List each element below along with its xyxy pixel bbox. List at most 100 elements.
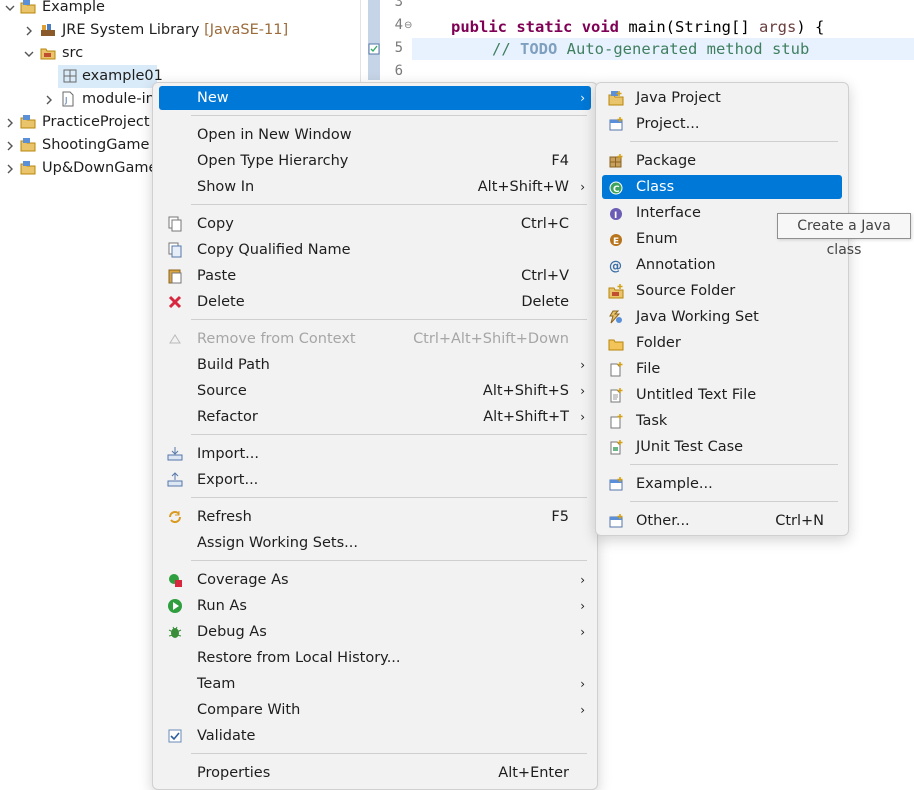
new-source-folder-icon xyxy=(608,283,624,299)
tree-item-label: Example xyxy=(42,0,105,15)
coverage-icon xyxy=(167,572,183,588)
run-icon xyxy=(167,598,183,614)
new-class-icon: C xyxy=(608,179,624,195)
menu-item-debug-as[interactable]: Debug As › xyxy=(159,620,591,644)
refresh-icon xyxy=(167,509,183,525)
submenu-item-example[interactable]: Example... xyxy=(602,472,842,496)
submenu-item-folder[interactable]: Folder xyxy=(602,331,842,355)
svg-text:I: I xyxy=(614,211,617,221)
menu-item-compare-with[interactable]: Compare With › xyxy=(159,698,591,722)
menu-item-open-in-new-window[interactable]: Open in New Window xyxy=(159,123,591,147)
chevron-right-icon[interactable] xyxy=(4,140,16,152)
tree-item-label: src xyxy=(62,45,84,61)
menu-separator xyxy=(191,434,587,435)
menu-item-team[interactable]: Team › xyxy=(159,672,591,696)
tree-item-label: PracticeProject xyxy=(42,114,150,130)
project-folder-icon xyxy=(20,114,36,130)
editor-ruler xyxy=(368,0,380,80)
submenu-item-task[interactable]: Task xyxy=(602,409,842,433)
tooltip: Create a Java class xyxy=(777,213,911,258)
menu-item-remove-from-context: Remove from Context Ctrl+Alt+Shift+Down xyxy=(159,327,591,351)
source-folder-icon xyxy=(40,45,56,61)
new-submenu: Java Project Project... Package C Class … xyxy=(595,82,849,536)
menu-separator xyxy=(191,204,587,205)
debug-bug-icon xyxy=(167,624,183,640)
menu-item-new[interactable]: New › xyxy=(159,86,591,110)
menu-item-source[interactable]: Source Alt+Shift+S › xyxy=(159,379,591,403)
submenu-item-annotation[interactable]: @ Annotation xyxy=(602,253,842,277)
menu-item-coverage-as[interactable]: Coverage As › xyxy=(159,568,591,592)
new-enum-icon: E xyxy=(608,231,624,247)
menu-item-show-in[interactable]: Show In Alt+Shift+W › xyxy=(159,175,591,199)
line-number: 4 xyxy=(394,17,403,33)
chevron-right-icon[interactable] xyxy=(4,117,16,129)
menu-item-delete[interactable]: Delete Delete xyxy=(159,290,591,314)
menu-separator xyxy=(630,464,838,465)
svg-text:E: E xyxy=(613,237,619,247)
submenu-item-package[interactable]: Package xyxy=(602,149,842,173)
new-folder-icon xyxy=(608,335,624,351)
menu-item-import[interactable]: Import... xyxy=(159,442,591,466)
fold-collapse-icon[interactable]: ⊖ xyxy=(404,20,412,31)
submenu-arrow-icon: › xyxy=(580,91,585,105)
chevron-down-icon[interactable] xyxy=(23,48,35,60)
menu-item-open-type-hierarchy[interactable]: Open Type Hierarchy F4 xyxy=(159,149,591,173)
svg-text:@: @ xyxy=(609,259,622,273)
chevron-down-icon[interactable] xyxy=(4,2,16,14)
new-project-icon xyxy=(608,116,624,132)
tree-item-src[interactable]: src xyxy=(0,42,360,65)
submenu-item-other[interactable]: Other... Ctrl+N xyxy=(602,509,842,533)
new-working-set-icon xyxy=(608,309,624,325)
submenu-item-java-project[interactable]: Java Project xyxy=(602,86,842,110)
tree-item-label: example01 xyxy=(82,68,163,84)
menu-item-refresh[interactable]: Refresh F5 xyxy=(159,505,591,529)
submenu-arrow-icon: › xyxy=(580,599,585,613)
line-number: 3 xyxy=(394,0,403,10)
chevron-right-icon[interactable] xyxy=(23,25,35,37)
menu-item-validate[interactable]: Validate xyxy=(159,724,591,748)
submenu-item-source-folder[interactable]: Source Folder xyxy=(602,279,842,303)
line-number: 6 xyxy=(394,63,403,79)
submenu-item-java-working-set[interactable]: Java Working Set xyxy=(602,305,842,329)
menu-item-build-path[interactable]: Build Path › xyxy=(159,353,591,377)
menu-item-paste[interactable]: Paste Ctrl+V xyxy=(159,264,591,288)
menu-item-refactor[interactable]: Refactor Alt+Shift+T › xyxy=(159,405,591,429)
chevron-right-icon[interactable] xyxy=(43,94,55,106)
copy-qualified-icon xyxy=(167,242,183,258)
menu-item-restore-local-history[interactable]: Restore from Local History... xyxy=(159,646,591,670)
submenu-item-file[interactable]: File xyxy=(602,357,842,381)
tree-item-label: module-in xyxy=(82,91,155,107)
submenu-arrow-icon: › xyxy=(580,703,585,717)
menu-item-export[interactable]: Export... xyxy=(159,468,591,492)
task-marker-icon[interactable] xyxy=(368,43,380,55)
submenu-item-junit-test-case[interactable]: JUnit Test Case xyxy=(602,435,842,459)
menu-item-run-as[interactable]: Run As › xyxy=(159,594,591,618)
paste-icon xyxy=(167,268,183,284)
submenu-item-project[interactable]: Project... xyxy=(602,112,842,136)
java-project-icon xyxy=(608,90,624,106)
submenu-arrow-icon: › xyxy=(580,384,585,398)
code-line-method: public static void main(String[] args) { xyxy=(451,18,825,36)
menu-item-properties[interactable]: Properties Alt+Enter xyxy=(159,761,591,785)
submenu-item-untitled-text-file[interactable]: Untitled Text File xyxy=(602,383,842,407)
new-interface-icon: I xyxy=(608,205,624,221)
menu-item-copy-qualified-name[interactable]: Copy Qualified Name xyxy=(159,238,591,262)
svg-text:C: C xyxy=(613,185,620,195)
submenu-item-class[interactable]: C Class xyxy=(602,175,842,199)
menu-item-copy[interactable]: Copy Ctrl+C xyxy=(159,212,591,236)
submenu-arrow-icon: › xyxy=(580,410,585,424)
svg-text:J: J xyxy=(64,96,67,105)
tree-item-example[interactable]: Example xyxy=(0,0,360,19)
tree-item-example01[interactable]: example01 xyxy=(58,65,163,88)
import-icon xyxy=(167,446,183,462)
tree-item-jre-library[interactable]: JRE System Library [JavaSE-11] xyxy=(0,19,360,42)
remove-context-icon xyxy=(167,331,183,347)
new-annotation-icon: @ xyxy=(608,257,624,273)
chevron-right-icon[interactable] xyxy=(4,163,16,175)
delete-icon xyxy=(167,294,183,310)
menu-separator xyxy=(630,501,838,502)
package-icon xyxy=(62,68,78,84)
menu-item-assign-working-sets[interactable]: Assign Working Sets... xyxy=(159,531,591,555)
submenu-arrow-icon: › xyxy=(580,573,585,587)
line-number: 5 xyxy=(394,40,403,56)
